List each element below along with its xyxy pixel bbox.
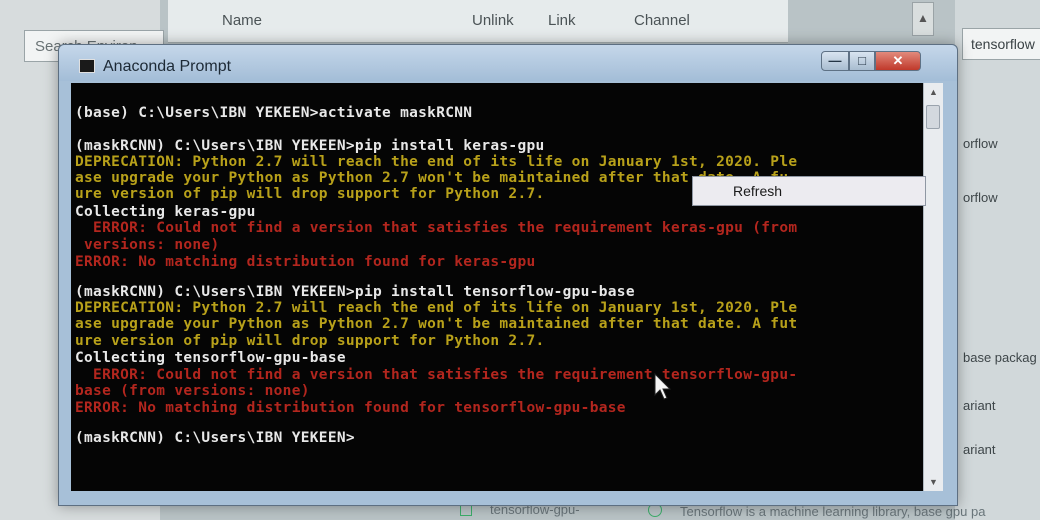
package-search-input[interactable]: tensorflow xyxy=(962,28,1040,60)
scroll-down-icon[interactable]: ▼ xyxy=(924,473,943,491)
list-item: base packag xyxy=(963,350,1037,365)
console-scrollbar[interactable]: ▲ ▼ xyxy=(923,83,943,491)
console-line: ure version of pip will drop support for… xyxy=(75,186,545,202)
console-line: DEPRECATION: Python 2.7 will reach the e… xyxy=(75,300,798,316)
console-line: ure version of pip will drop support for… xyxy=(75,333,545,349)
maximize-button[interactable]: □ xyxy=(849,51,875,71)
scroll-up-icon[interactable]: ▲ xyxy=(924,83,943,101)
console-line: (maskRCNN) C:\Users\IBN YEKEEN> xyxy=(75,430,355,446)
console-line: ERROR: Could not find a version that sat… xyxy=(75,220,798,236)
package-description: Tensorflow is a machine learning library… xyxy=(680,504,986,519)
package-list-right: orflow orflow base packag ariant ariant xyxy=(955,0,1040,520)
console-line: DEPRECATION: Python 2.7 will reach the e… xyxy=(75,154,798,170)
title-bar[interactable]: Anaconda Prompt — □ ✕ xyxy=(59,45,957,81)
context-menu-refresh[interactable]: Refresh xyxy=(692,176,926,206)
scroll-thumb[interactable] xyxy=(926,105,940,129)
package-table-header: Name Unlink Link Channel ▲ xyxy=(168,0,934,43)
minimize-button[interactable]: — xyxy=(821,51,849,71)
console-line: ERROR: No matching distribution found fo… xyxy=(75,254,536,270)
column-link[interactable]: Link xyxy=(548,12,576,29)
table-scroll-up-icon[interactable]: ▲ xyxy=(912,2,934,36)
console-line: ERROR: Could not find a version that sat… xyxy=(75,367,798,383)
list-item: orflow xyxy=(963,136,998,151)
console-line: base (from versions: none) xyxy=(75,383,310,399)
console-line: ERROR: No matching distribution found fo… xyxy=(75,400,626,416)
close-button[interactable]: ✕ xyxy=(875,51,921,71)
window-title: Anaconda Prompt xyxy=(103,58,232,75)
column-name[interactable]: Name xyxy=(222,12,262,29)
console-app-icon xyxy=(79,59,95,73)
console-line: ase upgrade your Python as Python 2.7 wo… xyxy=(75,170,789,186)
column-channel[interactable]: Channel xyxy=(634,12,690,29)
console-line: Collecting keras-gpu xyxy=(75,204,256,220)
list-item: ariant xyxy=(963,442,996,457)
anaconda-prompt-window: Anaconda Prompt — □ ✕ (base) C:\Users\IB… xyxy=(58,44,958,506)
console-line: (base) C:\Users\IBN YEKEEN>activate mask… xyxy=(75,105,473,121)
list-item: ariant xyxy=(963,398,996,413)
console-line: ase upgrade your Python as Python 2.7 wo… xyxy=(75,316,798,332)
mouse-pointer-icon xyxy=(654,373,672,400)
list-item: orflow xyxy=(963,190,998,205)
console-line: (maskRCNN) C:\Users\IBN YEKEEN>pip insta… xyxy=(75,284,635,300)
console-output[interactable]: (base) C:\Users\IBN YEKEEN>activate mask… xyxy=(71,83,923,491)
column-unlink[interactable]: Unlink xyxy=(472,12,514,29)
console-line: Collecting tensorflow-gpu-base xyxy=(75,350,346,366)
console-line: versions: none) xyxy=(75,237,220,253)
console-line: (maskRCNN) C:\Users\IBN YEKEEN>pip insta… xyxy=(75,138,545,154)
